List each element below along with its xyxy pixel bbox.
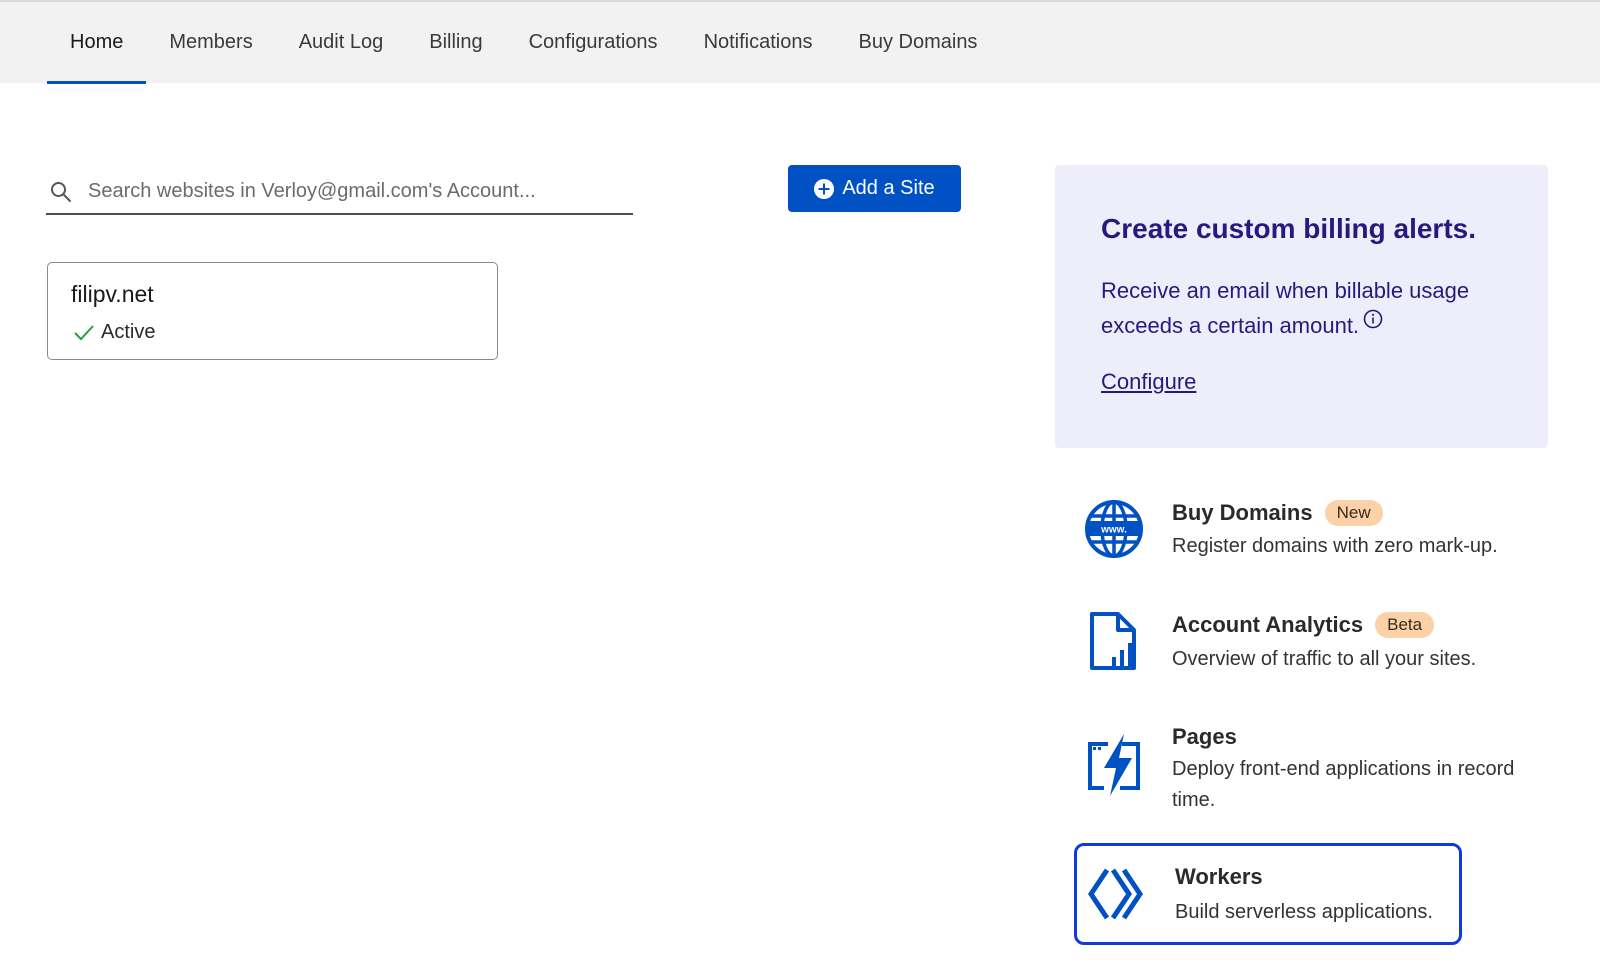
pages-lightning-icon	[1088, 734, 1140, 796]
feature-workers[interactable]: Workers Build serverless applications.	[1074, 843, 1462, 945]
search-input[interactable]	[86, 174, 630, 208]
site-status-label: Active	[101, 321, 156, 343]
feature-title: Workers	[1175, 864, 1263, 889]
site-search	[46, 168, 633, 215]
nav-tabs: Home Members Audit Log Billing Configura…	[47, 2, 1001, 84]
new-badge: New	[1324, 500, 1383, 526]
tab-billing[interactable]: Billing	[406, 2, 505, 83]
billing-alert-text: Receive an email when billable usage exc…	[1101, 273, 1521, 343]
feature-title: Buy Domains	[1172, 500, 1313, 525]
feature-buy-domains[interactable]: www. Buy Domains New Register domains wi…	[1074, 496, 1498, 566]
feature-description: Overview of traffic to all your sites.	[1172, 648, 1477, 670]
info-icon[interactable]	[1363, 309, 1383, 329]
site-status: Active	[73, 321, 155, 344]
feature-account-analytics[interactable]: Account Analytics Beta Overview of traff…	[1074, 608, 1476, 678]
plus-circle-icon	[814, 178, 835, 199]
tab-buy-domains[interactable]: Buy Domains	[836, 2, 1001, 83]
tab-configurations[interactable]: Configurations	[506, 2, 681, 83]
configure-link[interactable]: Configure	[1101, 369, 1196, 395]
search-icon	[51, 182, 71, 202]
feature-description: Deploy front-end applications in record …	[1172, 758, 1515, 811]
site-card[interactable]: filipv.net Active	[47, 262, 498, 360]
site-name: filipv.net	[71, 281, 154, 307]
tab-notifications[interactable]: Notifications	[681, 2, 836, 83]
beta-badge: Beta	[1375, 612, 1435, 638]
tab-audit-log[interactable]: Audit Log	[276, 2, 407, 83]
svg-text:www.: www.	[1100, 525, 1127, 536]
feature-description: Register domains with zero mark-up.	[1172, 535, 1498, 557]
billing-alert-card: Create custom billing alerts. Receive an…	[1055, 165, 1548, 448]
globe-www-icon: www.	[1085, 500, 1143, 558]
billing-alert-description: Receive an email when billable usage exc…	[1101, 278, 1470, 338]
workers-icon	[1087, 868, 1144, 920]
check-icon	[74, 324, 94, 340]
feature-title: Account Analytics	[1172, 612, 1364, 637]
feature-description: Build serverless applications.	[1175, 901, 1433, 923]
feature-title: Pages	[1172, 724, 1237, 749]
analytics-document-icon	[1090, 612, 1136, 670]
billing-alert-title: Create custom billing alerts.	[1101, 213, 1476, 244]
add-site-button[interactable]: Add a Site	[788, 165, 961, 212]
add-site-label: Add a Site	[842, 177, 935, 199]
tab-members[interactable]: Members	[146, 2, 275, 83]
tab-home[interactable]: Home	[47, 2, 147, 84]
top-navigation: Home Members Audit Log Billing Configura…	[0, 0, 1600, 84]
feature-pages[interactable]: Pages Deploy front-end applications in r…	[1074, 720, 1514, 820]
